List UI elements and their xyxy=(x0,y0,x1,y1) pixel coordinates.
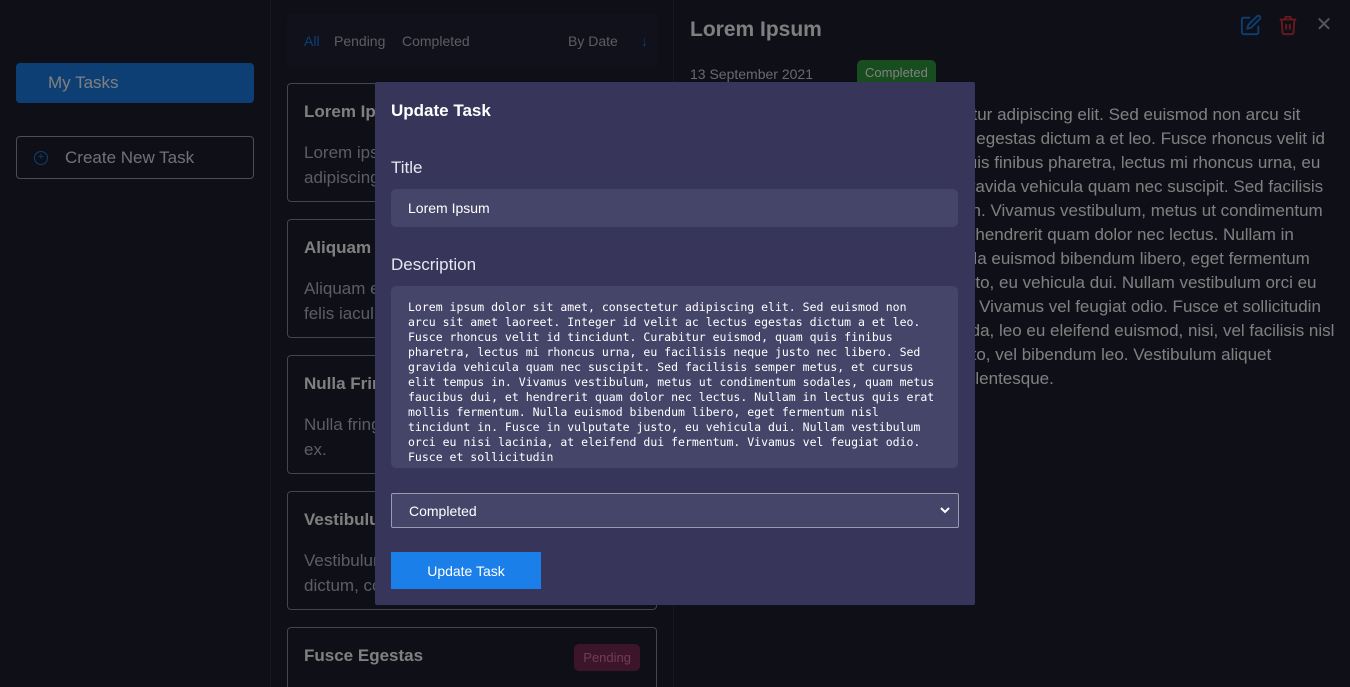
status-select[interactable]: Completed xyxy=(391,493,959,528)
modal-title: Update Task xyxy=(391,101,491,120)
title-label: Title xyxy=(391,158,423,177)
description-label: Description xyxy=(391,255,477,274)
title-input[interactable] xyxy=(391,189,958,227)
update-task-modal: Update Task Title Description Lorem ipsu… xyxy=(375,82,975,605)
description-textarea[interactable]: Lorem ipsum dolor sit amet, consectetur … xyxy=(391,286,958,468)
update-task-button[interactable]: Update Task xyxy=(391,552,541,589)
